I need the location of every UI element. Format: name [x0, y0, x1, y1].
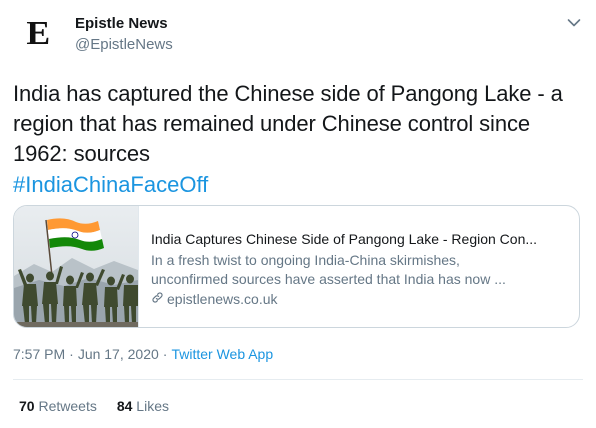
chevron-down-icon[interactable]	[566, 15, 582, 31]
tweet-meta: 7:57 PM · Jun 17, 2020 · Twitter Web App	[13, 346, 273, 362]
card-title[interactable]: India Captures Chinese Side of Pangong L…	[151, 230, 567, 249]
tweet-time[interactable]: 7:57 PM	[13, 346, 65, 362]
avatar[interactable]: E	[13, 9, 63, 59]
divider	[13, 379, 583, 380]
card-domain[interactable]: epistlenews.co.uk	[151, 290, 567, 309]
likes-label: Likes	[136, 398, 169, 414]
likes-stat[interactable]: 84 Likes	[117, 398, 169, 414]
avatar-logo: E	[26, 15, 50, 52]
tweet: E Epistle News @EpistleNews India has ca…	[0, 0, 596, 428]
card-body[interactable]: India Captures Chinese Side of Pangong L…	[139, 206, 579, 327]
tweet-stats: 70 Retweets 84 Likes	[19, 398, 169, 414]
display-name[interactable]: Epistle News	[75, 15, 168, 32]
tweet-date[interactable]: Jun 17, 2020	[78, 346, 159, 362]
card-domain-text: epistlenews.co.uk	[167, 291, 278, 307]
card-description-line: unconfirmed sources have asserted that I…	[151, 271, 506, 287]
card-image[interactable]	[14, 206, 139, 327]
meta-separator: ·	[69, 346, 74, 362]
retweets-label: Retweets	[38, 398, 97, 414]
retweets-stat[interactable]: 70 Retweets	[19, 398, 97, 414]
user-handle[interactable]: @EpistleNews	[75, 36, 173, 53]
hashtag-link[interactable]: #IndiaChinaFaceOff	[13, 170, 208, 200]
link-card[interactable]: India Captures Chinese Side of Pangong L…	[13, 205, 580, 328]
tweet-source[interactable]: Twitter Web App	[171, 346, 273, 362]
card-description-line: In a fresh twist to ongoing India-China …	[151, 252, 460, 268]
card-description: In a fresh twist to ongoing India-China …	[151, 251, 567, 289]
link-icon	[151, 290, 164, 309]
meta-separator: ·	[162, 346, 168, 362]
retweets-count: 70	[19, 398, 35, 414]
likes-count: 84	[116, 398, 133, 414]
tweet-text: India has captured the Chinese side of P…	[13, 81, 563, 166]
